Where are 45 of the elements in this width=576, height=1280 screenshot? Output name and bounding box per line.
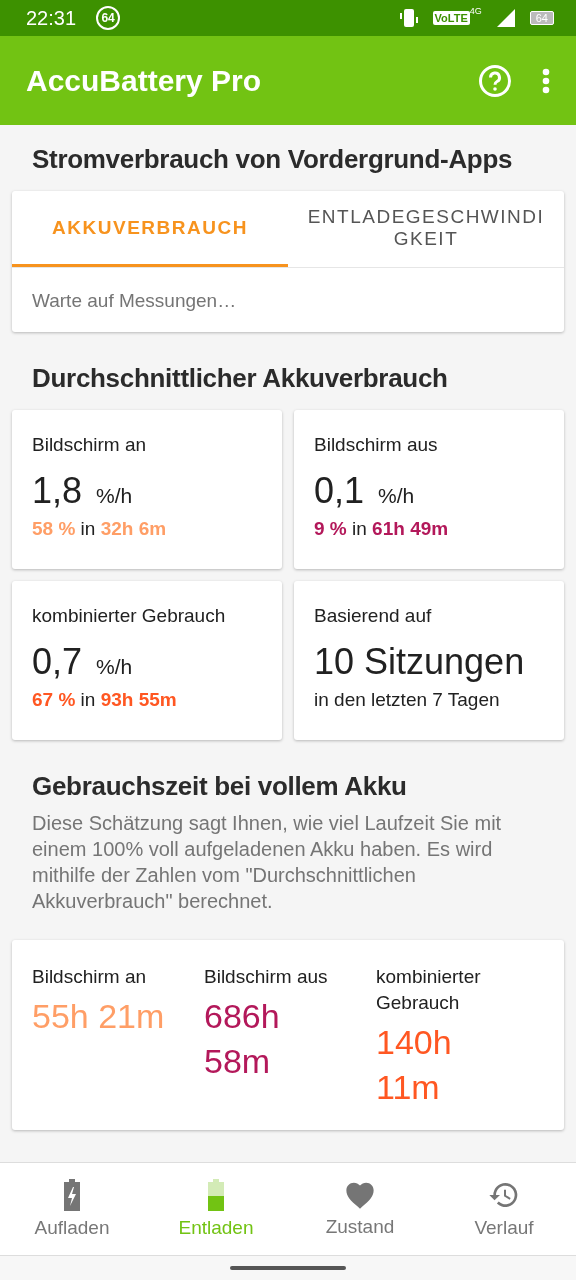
stat-label: Bildschirm aus bbox=[314, 434, 439, 456]
stat-caption: in den letzten 7 Tagen bbox=[314, 689, 501, 711]
section-title: Durchschnittlicher Akkuverbrauch bbox=[31, 362, 449, 394]
vibrate-icon bbox=[398, 8, 419, 28]
nav-item[interactable]: Zustand bbox=[288, 1163, 432, 1255]
discharge-summary: 9 % in 61h 49m bbox=[314, 518, 450, 540]
estimate-value: 140h 11m bbox=[376, 1022, 453, 1108]
stat-unit: %/h bbox=[96, 655, 133, 679]
stat-label: Bildschirm an bbox=[32, 434, 148, 456]
waiting-message: Warte auf Messungen… bbox=[31, 289, 238, 313]
stat-value: 0,7 bbox=[32, 641, 83, 683]
estimate-value: 686h 58m bbox=[204, 996, 281, 1082]
session-count: 10 Sitzungen bbox=[314, 641, 526, 683]
signal-icon bbox=[495, 8, 516, 28]
network-type: 4G bbox=[469, 6, 482, 16]
gesture-handle[interactable] bbox=[230, 1266, 346, 1270]
stat-unit: %/h bbox=[378, 484, 415, 508]
discharge-summary: 67 % in 93h 55m bbox=[32, 689, 178, 711]
estimate-label: Bildschirm an bbox=[32, 965, 148, 989]
stat-unit: %/h bbox=[96, 484, 133, 508]
estimate-label: kombinierter Gebrauch bbox=[376, 965, 482, 1015]
estimate-value: 55h 21m bbox=[32, 996, 166, 1037]
heart-icon bbox=[343, 1180, 377, 1210]
section-title: Stromverbrauch von Vordergrund-Apps bbox=[31, 143, 514, 175]
notification-badge: 64 bbox=[96, 6, 121, 30]
volte-badge: VoLTE bbox=[432, 11, 470, 25]
description-text: Diese Schätzung sagt Ihnen, wie viel Laufzeit Sie mit einem 100% voll aufgeladenen Akku haben. Es wird mithilfe der Zahlen vom "Durchschnittlichen Akkuverbrauch" berechnet. bbox=[31, 811, 503, 914]
tab[interactable]: ENTLADEGESCHWINDIGKEIT bbox=[288, 191, 564, 267]
section-title: Gebrauchszeit bei vollem Akku bbox=[31, 770, 408, 802]
stat-label: Basierend auf bbox=[314, 605, 433, 627]
nav-item[interactable]: Verlauf bbox=[432, 1163, 576, 1255]
help-icon[interactable] bbox=[478, 63, 512, 98]
charging-battery-icon bbox=[63, 1179, 81, 1211]
tab[interactable]: AKKUVERBRAUCH bbox=[12, 191, 288, 267]
stat-label: kombinierter Gebrauch bbox=[32, 605, 227, 627]
stat-value: 0,1 bbox=[314, 470, 365, 512]
status-time: 22:31 bbox=[26, 6, 77, 30]
battery-level: 64 bbox=[529, 11, 554, 25]
app-title: AccuBattery Pro bbox=[26, 63, 263, 98]
discharge-summary: 58 % in 32h 6m bbox=[32, 518, 168, 540]
battery-icon bbox=[207, 1179, 225, 1211]
nav-item[interactable]: Aufladen bbox=[0, 1163, 144, 1255]
stat-value: 1,8 bbox=[32, 470, 83, 512]
estimate-label: Bildschirm aus bbox=[204, 965, 329, 989]
more-menu-icon[interactable] bbox=[542, 67, 550, 94]
